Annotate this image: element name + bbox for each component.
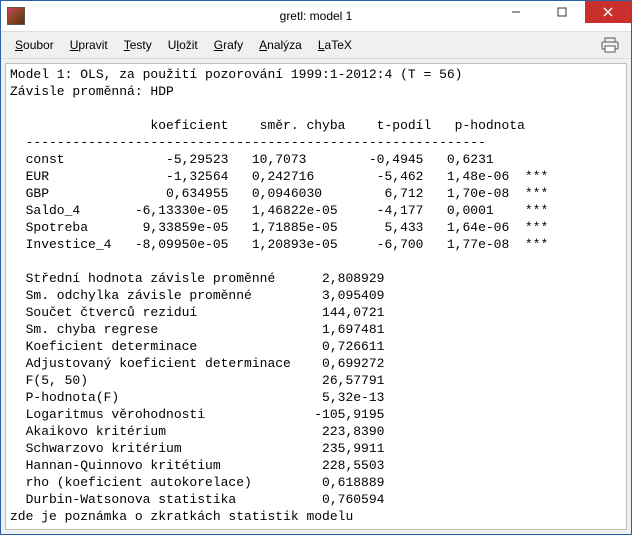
menubar: Soubor Upravit Testy Uložit Grafy Analýz… [1,32,631,59]
printer-icon [601,37,619,53]
app-icon [7,7,25,25]
menu-latex[interactable]: LaTeX [310,36,360,54]
model-output-text: Model 1: OLS, za použití pozorování 1999… [10,66,622,530]
minimize-icon [511,7,521,17]
menu-testy[interactable]: Testy [116,36,160,54]
print-button[interactable] [601,37,619,53]
close-icon [603,7,613,17]
model-output-area[interactable]: Model 1: OLS, za použití pozorování 1999… [5,63,627,530]
menu-upravit[interactable]: Upravit [62,36,116,54]
minimize-button[interactable] [493,1,539,23]
app-window: gretl: model 1 Soubor Upravit Testy Ulož… [0,0,632,535]
titlebar: gretl: model 1 [1,1,631,32]
menu-analyza[interactable]: Analýza [251,36,310,54]
menu-ulozit[interactable]: Uložit [160,36,206,54]
maximize-icon [557,7,567,17]
maximize-button[interactable] [539,1,585,23]
menu-soubor[interactable]: Soubor [7,36,62,54]
window-controls [493,1,631,31]
close-button[interactable] [585,1,631,23]
content-wrap: Model 1: OLS, za použití pozorování 1999… [1,59,631,534]
menu-grafy[interactable]: Grafy [206,36,251,54]
